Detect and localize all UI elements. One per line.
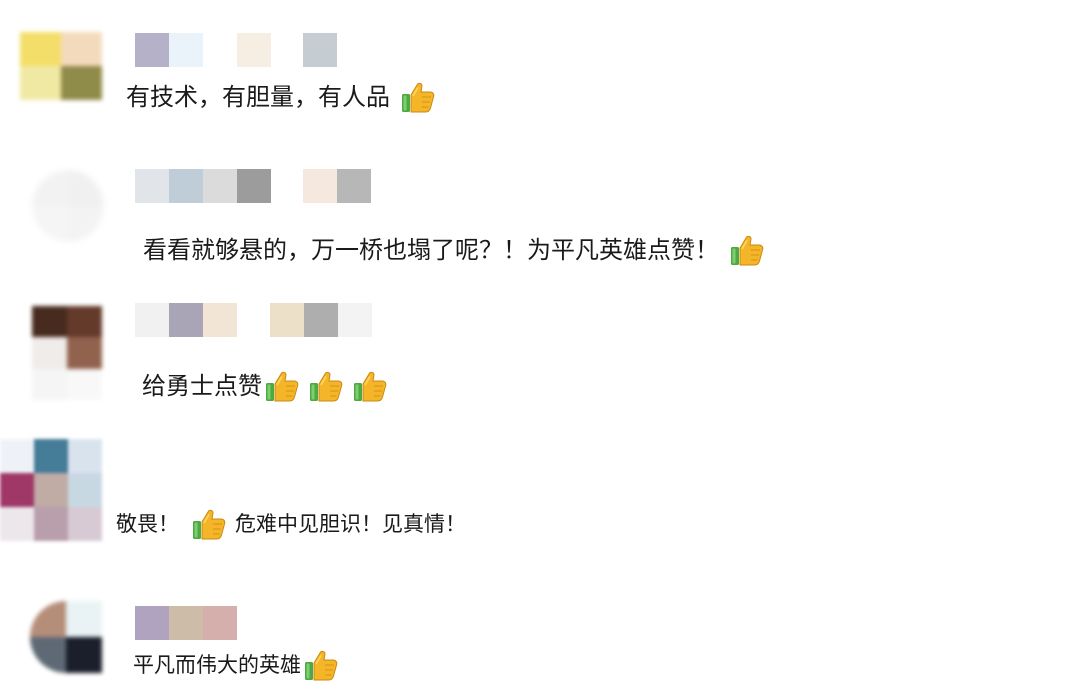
avatar-tile [34,473,68,507]
name-block [304,303,338,337]
name-block [303,169,337,203]
comment-body: 有技术，有胆量，有人品 [126,83,390,111]
avatar-tile [67,337,102,369]
comment-item: 给勇士点赞 [0,290,1080,435]
name-block [337,169,371,203]
comment-item: 敬畏！ 危难中见胆识！见真情！ [0,435,1080,585]
avatar-tile [66,601,102,637]
comment-body: 敬畏！ [116,512,179,536]
thumbs-up-icon [729,232,765,268]
avatar[interactable] [20,32,102,100]
avatar-tile [20,66,61,100]
thumbs-up-icon [303,647,339,683]
avatar-tile [68,507,102,541]
name-block [203,169,237,203]
name-block [303,33,337,67]
comment-text: 给勇士点赞 [142,368,388,404]
avatar-tile [20,32,61,66]
name-block [169,606,203,640]
avatar-tile [30,601,66,637]
avatar-tile [67,368,102,400]
comment-item: 有技术，有胆量，有人品 [0,0,1080,140]
comment-text: 看看就够悬的，万一桥也塌了呢？！为平凡英雄点赞！ [143,232,765,268]
avatar-tile [68,170,104,206]
avatar-tile [32,368,67,400]
name-block [203,303,237,337]
avatar[interactable] [30,601,102,673]
username[interactable] [135,606,237,640]
username[interactable] [135,169,375,203]
comment-text: 有技术，有胆量，有人品 [126,79,436,115]
name-block [237,169,271,203]
name-block [169,33,203,67]
comment-body-continued: 危难中见胆识！见真情！ [235,512,466,536]
avatar-tile [68,206,104,242]
thumbs-up-icon [308,368,344,404]
avatar-tile [32,337,67,369]
thumbs-up-icon [352,368,388,404]
avatar[interactable] [32,306,102,400]
avatar-tile [30,637,66,673]
avatar-tile [68,473,102,507]
avatar-tile [67,306,102,338]
avatar[interactable] [0,439,102,541]
name-block [270,303,304,337]
name-block [169,169,203,203]
avatar-tile [34,439,68,473]
username[interactable] [135,33,345,67]
avatar-tile [32,206,68,242]
comment-body: 给勇士点赞 [142,372,262,400]
avatar-tile [66,637,102,673]
avatar-tile [32,306,67,338]
avatar[interactable] [32,170,104,242]
avatar-tile [32,170,68,206]
avatar-tile [61,66,102,100]
avatar-tile [34,507,68,541]
comment-item: 看看就够悬的，万一桥也塌了呢？！为平凡英雄点赞！ [0,140,1080,290]
thumbs-up-icon [191,506,227,542]
name-block [135,169,169,203]
avatar-tile [0,439,34,473]
name-block [203,606,237,640]
name-block [338,303,372,337]
avatar-tile [61,32,102,66]
name-block [169,303,203,337]
name-block [135,33,169,67]
comment-body: 平凡而伟大的英雄 [133,653,301,677]
comment-text: 敬畏！ 危难中见胆识！见真情！ [116,506,466,542]
avatar-tile [0,473,34,507]
avatar-tile [68,439,102,473]
comment-body: 看看就够悬的，万一桥也塌了呢？！为平凡英雄点赞！ [143,236,719,264]
thumbs-up-icon [264,368,300,404]
username[interactable] [135,303,375,337]
comment-item: 平凡而伟大的英雄 [0,585,1080,697]
avatar-tile [0,507,34,541]
thumbs-up-icon [400,79,436,115]
name-block [135,303,169,337]
comment-text: 平凡而伟大的英雄 [133,647,339,683]
name-block [237,33,271,67]
name-block [135,606,169,640]
